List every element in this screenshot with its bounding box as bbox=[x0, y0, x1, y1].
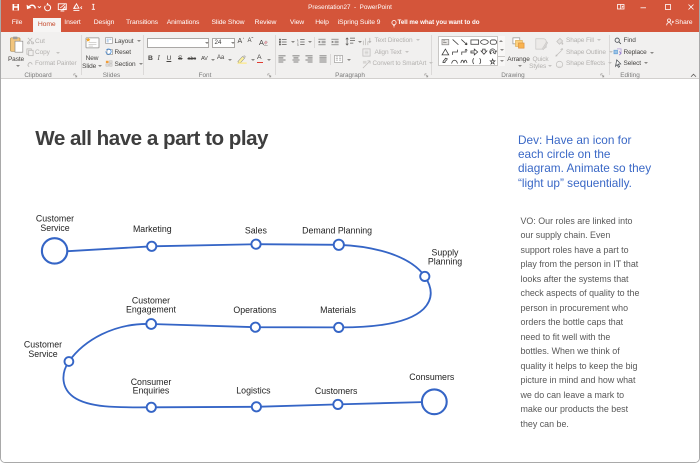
svg-text:A: A bbox=[259, 37, 264, 46]
svg-text:3: 3 bbox=[297, 42, 299, 46]
